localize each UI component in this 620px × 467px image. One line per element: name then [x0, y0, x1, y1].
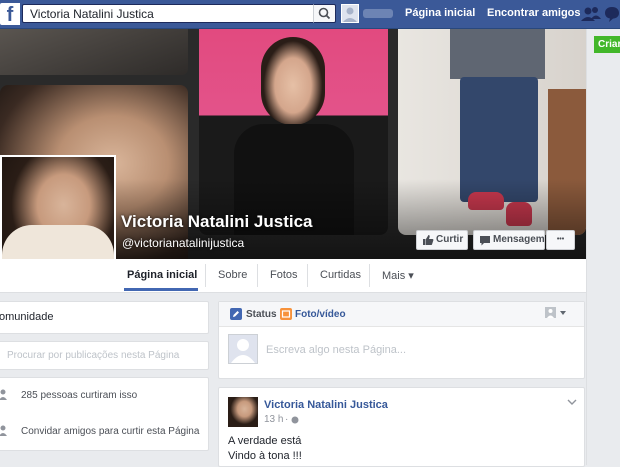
photo-video-icon — [280, 308, 292, 320]
blurred-username — [363, 9, 393, 18]
search-button[interactable] — [313, 4, 336, 23]
post-author-avatar[interactable] — [228, 397, 258, 427]
tab-likes[interactable]: Curtidas — [320, 269, 361, 281]
nav-find-friends-link[interactable]: Encontrar amigos — [487, 7, 581, 19]
tab-divider — [307, 264, 308, 287]
page-tabs: Página inicial Sobre Fotos Curtidas Mais… — [0, 259, 586, 293]
post-author-name[interactable]: Victoria Natalini Justica — [264, 399, 388, 411]
page-title[interactable]: Victoria Natalini Justica — [121, 212, 312, 232]
post-options-chevron-icon[interactable] — [567, 398, 577, 406]
nav-home-link[interactable]: Página inicial — [405, 7, 475, 19]
message-button-label: Mensagem — [493, 234, 545, 245]
top-navigation-bar: f Victoria Natalini Justica Página inici… — [0, 0, 620, 29]
post-text-line-1: A verdade está — [228, 435, 302, 447]
tab-more[interactable]: Mais ▾ — [382, 269, 414, 282]
tab-divider — [257, 264, 258, 287]
composer-card: Status Foto/vídeo Escreva algo nesta Pág… — [218, 301, 585, 379]
tab-divider — [205, 264, 206, 287]
tab-photos[interactable]: Fotos — [270, 269, 298, 281]
person-icon — [0, 389, 7, 400]
create-button[interactable]: Criar — [594, 36, 620, 53]
user-avatar[interactable] — [341, 4, 359, 23]
post-meta-separator: · — [285, 414, 289, 425]
tab-about[interactable]: Sobre — [218, 269, 247, 281]
tab-divider — [369, 264, 370, 287]
page-search-card: Procurar por publicações nesta Página — [0, 341, 209, 370]
active-tab-indicator — [124, 288, 198, 291]
page-username: @victorianatalinijustica — [122, 236, 245, 250]
default-avatar-icon — [231, 339, 255, 363]
friend-requests-icon[interactable] — [581, 5, 601, 23]
like-button[interactable]: Curtir — [416, 230, 468, 250]
post-timestamp[interactable]: 13 h — [264, 414, 283, 425]
search-input-value: Victoria Natalini Justica — [30, 7, 154, 21]
page-posts-search-input[interactable]: Procurar por publicações nesta Página — [7, 350, 179, 361]
likes-card: 285 pessoas curtiram isso Convidar amigo… — [0, 377, 209, 451]
message-icon — [480, 236, 490, 246]
search-icon — [318, 7, 331, 20]
post-card: Victoria Natalini Justica 13 h · A verda… — [218, 387, 585, 467]
page-category-card: omunidade — [0, 301, 209, 334]
page-category: omunidade — [0, 311, 54, 323]
composer-photo-tab[interactable]: Foto/vídeo — [295, 309, 346, 320]
cover-photo-top-left — [0, 29, 188, 75]
composer-avatar — [228, 334, 258, 364]
more-options-button[interactable]: ••• — [546, 230, 575, 250]
composer-input[interactable]: Escreva algo nesta Página... — [266, 344, 406, 356]
status-pencil-icon — [230, 308, 242, 320]
likes-count-text[interactable]: 285 pessoas curtiram isso — [21, 390, 137, 401]
audience-selector-icon[interactable] — [545, 307, 569, 319]
post-text-line-2: Vindo à tona !!! — [228, 450, 302, 462]
cover-photo-shirt — [450, 29, 545, 79]
invite-person-icon — [0, 425, 7, 436]
thumbs-up-icon — [423, 235, 434, 245]
search-input[interactable]: Victoria Natalini Justica — [22, 4, 335, 23]
tab-home[interactable]: Página inicial — [127, 269, 197, 281]
globe-icon — [291, 416, 299, 424]
person-silhouette-icon — [343, 7, 357, 22]
message-button[interactable]: Mensagem — [473, 230, 545, 250]
facebook-logo-icon[interactable]: f — [0, 3, 20, 26]
cover-photo-center-face — [261, 37, 325, 125]
invite-friends-link[interactable]: Convidar amigos para curtir esta Página — [21, 426, 199, 437]
like-button-label: Curtir — [436, 234, 464, 245]
right-rail — [586, 29, 620, 465]
composer-status-tab[interactable]: Status — [246, 309, 277, 320]
messages-icon[interactable] — [604, 5, 620, 23]
